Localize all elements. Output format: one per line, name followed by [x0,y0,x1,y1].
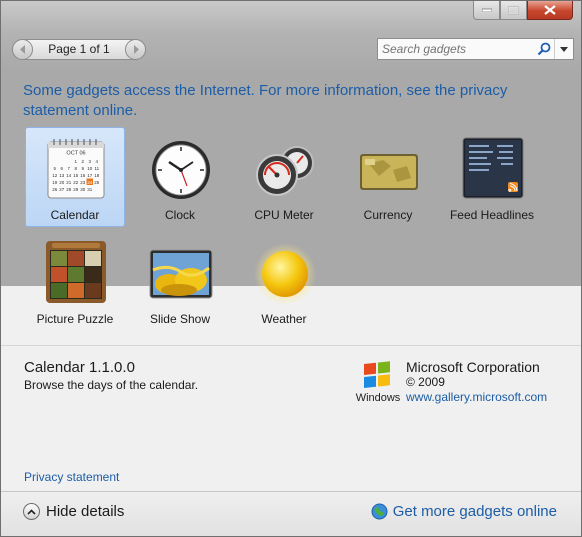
arrow-right-icon [133,45,139,54]
hide-details-label: Hide details [46,503,125,520]
calendar-day: 28 [66,187,72,192]
arrow-left-icon [19,45,25,54]
gadget-title: Calendar 1.1.0.0 [24,359,135,376]
weather-icon [254,243,316,304]
page-navigator: Page 1 of 1 [12,39,146,60]
gadget-gallery-window: Page 1 of 1 Some gadgets access the Inte… [0,0,582,537]
gadget-label: Currency [363,208,413,222]
gadget-picture-puzzle[interactable]: Picture Puzzle [25,231,125,331]
close-button[interactable] [527,1,573,20]
gadget-feed-headlines[interactable]: Feed Headlines [442,127,542,227]
publisher-url-link[interactable]: www.gallery.microsoft.com [406,390,547,404]
clock-icon [152,141,210,199]
cpu-meter-icon [256,146,314,196]
gadget-cpu-meter[interactable]: CPU Meter [234,127,334,227]
gadget-label: Clock [164,208,195,222]
calendar-day: 31 [87,187,93,192]
get-more-label: Get more gadgets online [392,503,557,520]
gadget-calendar[interactable]: OCT 06 1 2 3 4 5 6 7 8 9 10 11 12 13 14 15 16 17 18 19 20 21… [25,127,125,227]
page-indicator: Page 1 of 1 [48,42,110,56]
calendar-day: 22 [73,180,79,185]
calendar-day: 10 [87,166,93,171]
footer-bar: Hide details Get more gadgets online [1,491,581,536]
previous-page-button[interactable] [12,39,33,60]
gadget-slide-show[interactable]: Slide Show [130,231,230,331]
feed-headlines-icon [462,137,524,199]
calendar-day: 13 [59,173,65,178]
calendar-day: 25 [94,180,100,185]
publisher-name: Microsoft Corporation [406,359,540,375]
calendar-day: 20 [59,180,65,185]
internet-notice-link[interactable]: Some gadgets access the Internet. For mo… [23,81,543,121]
maximize-icon [508,5,519,15]
gadget-label: Weather [261,312,307,326]
minimize-button[interactable] [473,1,500,20]
calendar-day: 18 [94,173,100,178]
close-icon [544,5,556,15]
maximize-button[interactable] [500,1,527,20]
gadget-label: Slide Show [149,312,211,326]
gadget-pane: Page 1 of 1 Some gadgets access the Inte… [1,1,581,326]
globe-icon [371,503,388,520]
next-page-button[interactable] [125,39,146,60]
calendar-day: 27 [59,187,65,192]
divider [1,345,581,346]
minimize-icon [481,8,492,12]
privacy-statement-link[interactable]: Privacy statement [24,470,119,484]
calendar-day: 14 [66,173,72,178]
gadget-label: Calendar [50,208,100,222]
gadget-clock[interactable]: Clock [130,127,230,227]
windows-logo-text: Windows [356,392,401,404]
currency-icon [360,154,418,190]
calendar-day: 19 [52,180,58,185]
calendar-day: 29 [73,187,79,192]
gadget-weather[interactable]: Weather [234,231,334,331]
chevron-down-icon [560,46,568,52]
calendar-day: 21 [66,180,72,185]
calendar-month-text: OCT 06 [66,151,85,157]
search-box [377,38,574,60]
calendar-day: 11 [94,166,99,171]
calendar-day: 24 [87,180,93,185]
calendar-day: 30 [80,187,86,192]
calendar-day: 16 [80,173,86,178]
gadget-label: CPU Meter [254,208,314,222]
picture-puzzle-icon [46,241,106,303]
gadget-currency[interactable]: Currency [338,127,438,227]
calendar-icon: OCT 06 1 2 3 45 6 7 8 9 10 1112 13 14 15 16 17 1819 20 21… [47,139,105,199]
copyright-year: © 2009 [406,375,445,389]
get-more-gadgets-link[interactable]: Get more gadgets online [371,503,557,520]
gadget-label: Picture Puzzle [36,312,114,326]
hide-details-button[interactable]: Hide details [23,503,124,520]
gadget-label: Feed Headlines [449,208,535,222]
slide-show-icon [149,249,213,299]
calendar-day: 12 [52,173,58,178]
search-icon[interactable] [537,42,551,56]
search-input[interactable] [382,41,532,57]
gadget-description: Browse the days of the calendar. [24,378,199,392]
calendar-day: 15 [73,173,79,178]
chevron-up-icon [23,503,40,520]
calendar-day: 26 [52,187,58,192]
calendar-day: 23 [80,180,86,185]
caption-buttons [473,1,573,20]
search-options-dropdown[interactable] [554,39,573,59]
calendar-day: 17 [87,173,93,178]
windows-logo: Windows [356,361,401,404]
